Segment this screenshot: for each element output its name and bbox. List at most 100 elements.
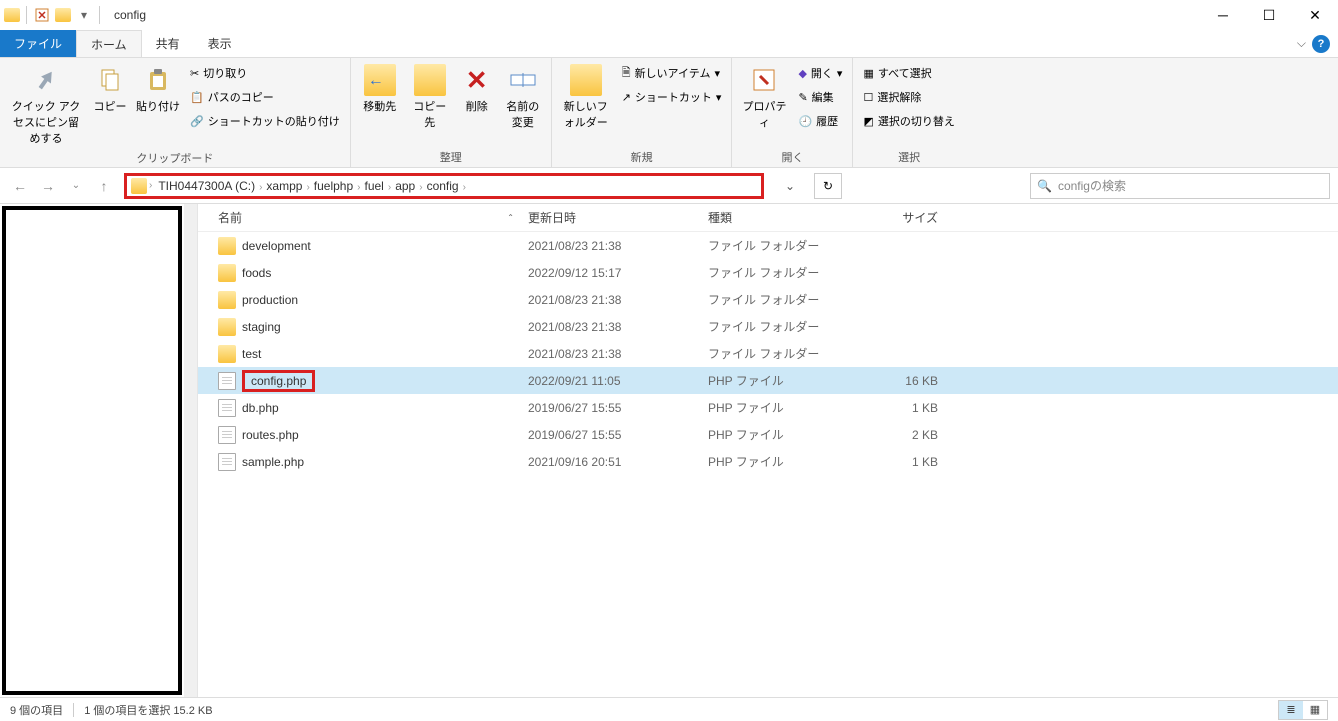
table-row[interactable]: db.php2019/06/27 15:55PHP ファイル1 KB [198,394,1338,421]
newfolder-button[interactable]: 新しいフォルダー [558,62,614,132]
column-date[interactable]: 更新日時 [528,209,708,226]
cut-button[interactable]: ✂切り取り [186,62,344,84]
selectall-button[interactable]: ▦すべて選択 [859,62,958,84]
selectnone-button[interactable]: ☐選択解除 [859,86,958,108]
chevron-right-icon[interactable]: › [357,182,360,193]
invert-button[interactable]: ◩選択の切り替え [859,110,958,132]
table-row[interactable]: config.php2022/09/21 11:05PHP ファイル16 KB [198,367,1338,394]
file-type: PHP ファイル [708,453,858,470]
file-date: 2021/08/23 21:38 [528,320,708,334]
pin-quickaccess-button[interactable]: クイック アクセスにピン留めする [6,62,86,148]
file-type: PHP ファイル [708,399,858,416]
table-row[interactable]: staging2021/08/23 21:38ファイル フォルダー [198,313,1338,340]
breadcrumb-segment[interactable]: app [391,179,419,193]
breadcrumb-segment[interactable]: xampp [262,179,306,193]
address-dropdown[interactable]: ⌄ [778,174,802,198]
breadcrumb-segment[interactable]: config [423,179,463,193]
maximize-button[interactable]: ☐ [1246,0,1292,30]
rename-button[interactable]: 名前の変更 [501,62,545,132]
column-type[interactable]: 種類 [708,209,858,226]
icons-view-button[interactable]: ▦ [1303,701,1327,719]
up-button[interactable]: ↑ [92,174,116,198]
file-type: PHP ファイル [708,426,858,443]
file-name: config.php [242,370,315,392]
details-view-button[interactable]: ≣ [1279,701,1303,719]
history-button[interactable]: 🕘履歴 [794,110,846,132]
file-date: 2021/08/23 21:38 [528,293,708,307]
column-name[interactable]: 名前⌃ [198,209,528,226]
qat-dropdown-icon[interactable]: ▾ [75,6,93,24]
edit-button[interactable]: ✎編集 [794,86,846,108]
tab-home[interactable]: ホーム [76,30,142,57]
column-size[interactable]: サイズ [858,209,948,226]
breadcrumb-segment[interactable]: TIH0447300A (C:) [154,179,259,193]
shortcut-icon: 🔗 [190,115,204,128]
shortcut2-icon: ↗ [622,91,631,104]
invert-icon: ◩ [863,115,873,128]
table-row[interactable]: sample.php2021/09/16 20:51PHP ファイル1 KB [198,448,1338,475]
table-row[interactable]: routes.php2019/06/27 15:55PHP ファイル2 KB [198,421,1338,448]
back-button[interactable]: ← [8,174,32,198]
collapse-ribbon-icon[interactable]: ⌵ [1297,36,1306,51]
copy-button[interactable]: コピー [90,62,130,116]
pane-divider[interactable] [184,204,198,697]
file-date: 2021/08/23 21:38 [528,239,708,253]
file-name: test [242,347,261,361]
file-size: 2 KB [858,428,948,442]
copyto-icon [414,64,446,96]
newitem-icon: 🗎 [622,64,631,83]
minimize-button[interactable]: ─ [1200,0,1246,30]
search-input[interactable]: 🔍 configの検索 [1030,173,1330,199]
tab-share[interactable]: 共有 [142,30,194,57]
copy-icon [94,64,126,96]
recent-dropdown[interactable]: ⌄ [64,174,88,198]
properties-button[interactable]: プロパティ [738,62,790,132]
ribbon-group-open: プロパティ ◆開く ▾ ✎編集 🕘履歴 開く [732,58,853,167]
refresh-button[interactable]: ↻ [814,173,842,199]
paste-button[interactable]: 貼り付け [134,62,182,116]
scissors-icon: ✂ [190,67,199,80]
newitem-button[interactable]: 🗎新しいアイテム ▾ [618,62,726,84]
delete-button[interactable]: ✕ 削除 [457,62,497,116]
copyto-button[interactable]: コピー先 [407,62,453,132]
chevron-right-icon[interactable]: › [463,182,466,193]
table-row[interactable]: development2021/08/23 21:38ファイル フォルダー [198,232,1338,259]
file-date: 2022/09/12 15:17 [528,266,708,280]
app-icon [4,8,20,22]
file-type: ファイル フォルダー [708,345,858,362]
copypath-button[interactable]: 📋パスのコピー [186,86,344,108]
newshortcut-button[interactable]: ↗ショートカット ▾ [618,86,726,108]
file-date: 2021/08/23 21:38 [528,347,708,361]
delete-icon: ✕ [461,64,493,96]
breadcrumb-segment[interactable]: fuel [361,179,388,193]
selectnone-icon: ☐ [863,91,873,104]
qat-properties-icon[interactable] [33,6,51,24]
file-size: 16 KB [858,374,948,388]
moveto-button[interactable]: ← 移動先 [357,62,403,116]
navigation-pane[interactable] [2,206,182,695]
title-bar: ▾ config ─ ☐ ✕ [0,0,1338,30]
ribbon-group-organize: ← 移動先 コピー先 ✕ 削除 名前の変更 整理 [351,58,552,167]
forward-button[interactable]: → [36,174,60,198]
chevron-right-icon[interactable]: › [149,180,152,191]
open-button[interactable]: ◆開く ▾ [794,62,846,84]
file-type: ファイル フォルダー [708,264,858,281]
breadcrumb-segment[interactable]: fuelphp [310,179,357,193]
folder-icon [218,291,236,309]
selectall-icon: ▦ [863,67,873,80]
qat-newfolder-icon[interactable] [55,8,71,22]
help-icon[interactable]: ? [1312,35,1330,53]
tab-file[interactable]: ファイル [0,30,76,57]
search-placeholder: configの検索 [1058,177,1126,194]
tab-view[interactable]: 表示 [194,30,246,57]
close-button[interactable]: ✕ [1292,0,1338,30]
moveto-icon: ← [364,64,396,96]
pasteshortcut-button[interactable]: 🔗ショートカットの貼り付け [186,110,344,132]
table-row[interactable]: test 2021/08/23 21:38ファイル フォルダー [198,340,1338,367]
newfolder-icon [570,64,602,96]
view-toggle: ≣ ▦ [1278,700,1328,720]
table-row[interactable]: foods2022/09/12 15:17ファイル フォルダー [198,259,1338,286]
file-type: ファイル フォルダー [708,291,858,308]
address-bar[interactable]: › TIH0447300A (C:)›xampp›fuelphp›fuel›ap… [124,173,764,199]
table-row[interactable]: production2021/08/23 21:38ファイル フォルダー [198,286,1338,313]
